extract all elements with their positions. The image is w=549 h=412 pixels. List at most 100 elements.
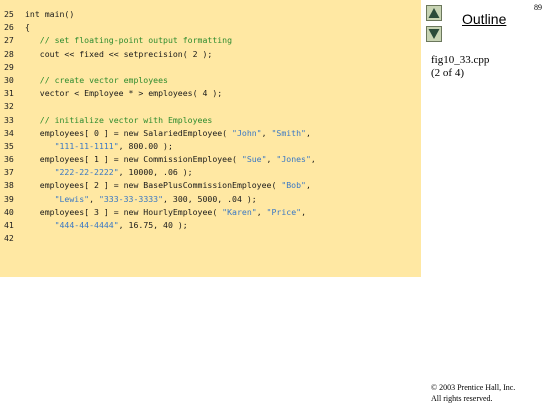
code-text: // create vector employees xyxy=(25,75,168,85)
code-token: , 800.00 ); xyxy=(118,140,173,151)
code-token: , 10000, .06 ); xyxy=(118,167,193,178)
line-number: 32 xyxy=(4,101,14,112)
line-number: 29 xyxy=(4,61,14,72)
code-line: 35 "111-11-1111", 800.00 ); xyxy=(4,140,316,153)
code-token: , xyxy=(256,206,267,217)
code-text: employees[ 1 ] = new CommissionEmployee(… xyxy=(25,154,316,164)
code-token: , xyxy=(305,180,311,191)
copyright-notice: © 2003 Prentice Hall, Inc. All rights re… xyxy=(431,383,515,404)
string-literal: "444-44-4444" xyxy=(54,220,119,230)
code-token: , xyxy=(266,154,277,165)
code-line: 30 // create vector employees xyxy=(4,74,316,87)
string-literal: "Jones" xyxy=(276,154,311,165)
previous-slide-button[interactable] xyxy=(426,5,442,21)
code-line: 26 { xyxy=(4,21,316,34)
line-number: 30 xyxy=(4,74,14,85)
code-token: , xyxy=(301,206,306,217)
figure-filename: fig10_33.cpp xyxy=(431,54,490,66)
code-line: 25 int main() xyxy=(4,8,316,21)
code-token: , xyxy=(310,154,316,165)
next-slide-button[interactable] xyxy=(426,26,442,42)
line-number: 33 xyxy=(4,114,14,125)
page-number: 89 xyxy=(534,3,542,12)
string-literal: "333-33-3333" xyxy=(98,193,164,204)
string-literal: "Lewis" xyxy=(54,193,90,204)
line-number: 27 xyxy=(4,35,14,46)
string-literal: "John" xyxy=(232,127,262,138)
figure-label: fig10_33.cpp (2 of 4) xyxy=(431,54,489,80)
line-number: 41 xyxy=(4,220,14,230)
line-number: 35 xyxy=(4,140,14,151)
code-listing: 25 int main() 26 {27 // set floating-point … xyxy=(4,8,316,245)
code-text: int main() xyxy=(25,9,74,19)
code-line: 42 xyxy=(4,232,316,245)
code-token: vector < Employee * > employees( 4 ); xyxy=(25,88,223,99)
code-token: , 16.75, 40 ); xyxy=(118,220,188,230)
triangle-down-icon xyxy=(428,29,440,39)
line-number: 36 xyxy=(4,154,14,165)
code-token: , 300, 5000, .04 ); xyxy=(163,193,257,204)
line-number: 31 xyxy=(4,88,14,99)
code-token: { xyxy=(25,22,30,33)
code-comment: // initialize vector with Employees xyxy=(25,114,213,125)
code-comment: // create vector employees xyxy=(25,74,168,85)
code-text: "111-11-1111", 800.00 ); xyxy=(25,141,173,151)
code-token: , xyxy=(305,127,311,138)
code-line: 33 // initialize vector with Employees xyxy=(4,114,316,127)
code-token: cout << fixed << setprecision( 2 ); xyxy=(25,48,213,59)
string-literal: "Smith" xyxy=(271,127,306,138)
code-panel: 25 int main() 26 {27 // set floating-point … xyxy=(0,0,421,277)
code-line: 40 employees[ 3 ] = new HourlyEmployee( … xyxy=(4,206,316,219)
string-literal: "Price" xyxy=(266,206,302,217)
line-number: 42 xyxy=(4,233,14,244)
string-literal: "Karen" xyxy=(222,206,257,217)
string-literal: "111-11-1111" xyxy=(54,140,119,151)
code-line: 32 xyxy=(4,100,316,113)
code-line: 37 "222-22-2222", 10000, .06 ); xyxy=(4,166,316,179)
code-line: 31 vector < Employee * > employees( 4 ); xyxy=(4,87,316,100)
line-number: 28 xyxy=(4,48,14,59)
line-number: 40 xyxy=(4,206,14,217)
code-token: int main() xyxy=(25,9,75,19)
code-line: 39 "Lewis", "333-33-3333", 300, 5000, .0… xyxy=(4,193,316,206)
code-text: employees[ 2 ] = new BasePlusCommissionE… xyxy=(25,180,311,190)
code-line: 41 "444-44-4444", 16.75, 40 ); xyxy=(4,219,316,232)
code-line: 28 cout << fixed << setprecision( 2 ); xyxy=(4,48,316,61)
code-text: "444-44-4444", 16.75, 40 ); xyxy=(25,220,188,230)
line-number: 37 xyxy=(4,167,14,178)
code-line: 38 employees[ 2 ] = new BasePlusCommissi… xyxy=(4,179,316,192)
line-number: 34 xyxy=(4,127,14,138)
code-text: "Lewis", "333-33-3333", 300, 5000, .04 )… xyxy=(25,194,257,204)
code-line: 29 xyxy=(4,61,316,74)
code-token: employees[ 1 ] = new CommissionEmployee( xyxy=(25,154,242,165)
code-text: { xyxy=(25,22,30,32)
code-token: employees[ 2 ] = new BasePlusCommissionE… xyxy=(25,180,282,191)
code-text: // set floating-point output formatting xyxy=(25,35,232,45)
string-literal: "222-22-2222" xyxy=(54,167,119,178)
code-token: employees[ 0 ] = new SalariedEmployee( xyxy=(25,127,233,138)
code-token: , xyxy=(89,193,99,204)
code-line: 36 employees[ 1 ] = new CommissionEmploy… xyxy=(4,153,316,166)
code-line: 34 employees[ 0 ] = new SalariedEmployee… xyxy=(4,127,316,140)
outline-title[interactable]: Outline xyxy=(462,11,506,27)
code-text: // initialize vector with Employees xyxy=(25,114,213,125)
code-text: "222-22-2222", 10000, .06 ); xyxy=(25,167,193,177)
triangle-up-icon xyxy=(428,8,440,18)
line-number: 25 xyxy=(4,9,14,19)
line-number: 38 xyxy=(4,180,14,191)
copyright-line-1: © 2003 Prentice Hall, Inc. xyxy=(431,383,516,392)
code-text: employees[ 3 ] = new HourlyEmployee( "Ka… xyxy=(25,207,306,217)
line-number: 26 xyxy=(4,22,14,33)
code-comment: // set floating-point output formatting xyxy=(25,35,233,46)
line-number: 39 xyxy=(4,193,14,204)
code-text: employees[ 0 ] = new SalariedEmployee( "… xyxy=(25,128,311,138)
code-text: vector < Employee * > employees( 4 ); xyxy=(25,88,222,98)
figure-part: (2 of 4) xyxy=(431,67,464,79)
code-line: 27 // set floating-point output formatti… xyxy=(4,34,316,47)
code-token: employees[ 3 ] = new HourlyEmployee( xyxy=(25,206,223,217)
copyright-line-2: All rights reserved. xyxy=(431,393,493,403)
